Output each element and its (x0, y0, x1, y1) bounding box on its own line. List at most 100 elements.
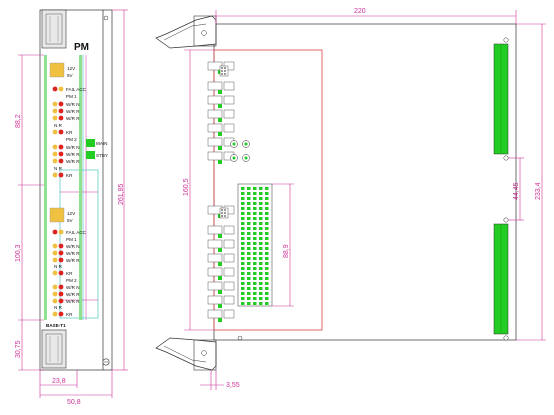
connector-pin (241, 257, 245, 260)
connector-pin (259, 192, 263, 195)
connector-pin (247, 212, 251, 215)
connector-pin (265, 302, 269, 305)
connector-pin (265, 267, 269, 270)
connector-pin (265, 257, 269, 260)
technical-drawing: PM 12V 5V FAIL ACC PM 1 W/R N W/R R W/R … (15, 8, 546, 406)
label-wrr1-b: W/R R (66, 251, 80, 256)
label-12v: 12V (67, 66, 76, 71)
connector-pin (247, 222, 251, 225)
connector-pin (259, 287, 263, 290)
connector-pin (265, 232, 269, 235)
bottom-injector (155, 337, 217, 371)
connector-pin (241, 197, 245, 200)
connector-pin (247, 277, 251, 280)
connector-pin (241, 302, 245, 305)
label-stby: STBY (96, 153, 108, 158)
connector-pin (259, 277, 263, 280)
connector-pin (241, 267, 245, 270)
label-pm1-b: PM 1 (66, 237, 77, 242)
label-nr2: N R (54, 166, 63, 171)
label-fail-acc-b: FAIL ACC (66, 230, 87, 235)
connector-pin (265, 247, 269, 250)
connector-pin (247, 217, 251, 220)
label-nr-b: N R (54, 264, 63, 269)
connector-pin (265, 287, 269, 290)
connector-pin (265, 192, 269, 195)
connector-pin (259, 187, 263, 190)
label-wrn2: W/R N (66, 145, 80, 150)
connector-pin (265, 252, 269, 255)
connector-pin (253, 227, 257, 230)
connector-pin (265, 212, 269, 215)
connector-pin (253, 267, 257, 270)
dim-section2: 100,3 (15, 244, 22, 262)
label-wrr3-b: W/R R (66, 292, 80, 297)
connector-pin (253, 237, 257, 240)
connector-pin (259, 272, 263, 275)
panel-title: PM (74, 42, 89, 53)
connector-pin (241, 212, 245, 215)
stby-button[interactable] (86, 151, 95, 159)
connector-pin (253, 187, 257, 190)
label-nr2-b: N R (54, 305, 63, 310)
connector-pin (253, 202, 257, 205)
top-handle (41, 9, 67, 49)
connector-pin (259, 242, 263, 245)
connector-pin (253, 302, 257, 305)
connector-pin (253, 217, 257, 220)
connector-pin (259, 247, 263, 250)
connector-pin (259, 217, 263, 220)
connector-pin (247, 297, 251, 300)
label-pm1: PM 1 (66, 94, 77, 99)
connector-pin (253, 222, 257, 225)
connector-pin (265, 272, 269, 275)
connector-pin (253, 262, 257, 265)
connector-pin (247, 267, 251, 270)
screw-top-icon (103, 15, 109, 21)
connector-pin (247, 252, 251, 255)
connector-pin (247, 197, 251, 200)
connector-pin (241, 282, 245, 285)
connector-pin (253, 282, 257, 285)
connector-pin (253, 232, 257, 235)
connector-pin (241, 217, 245, 220)
label-kr2: KR (66, 173, 73, 178)
connector-pin (265, 217, 269, 220)
label-pm2: PM 2 (66, 137, 77, 142)
inductors (230, 140, 250, 162)
connector-pin (259, 227, 263, 230)
connector-pin (253, 257, 257, 260)
connector-pin (265, 202, 269, 205)
connector-pin (247, 257, 251, 260)
dim-board-height: 233,4 (535, 182, 542, 200)
connector-pin (247, 272, 251, 275)
connector-pin (259, 257, 263, 260)
connector-pin (259, 202, 263, 205)
connector-pin (265, 187, 269, 190)
connector-pin (265, 197, 269, 200)
label-kr2-b: KR (66, 312, 73, 317)
connector-pin (241, 207, 245, 210)
label-kr: KR (66, 130, 73, 135)
connector-pin (259, 302, 263, 305)
connector-pin (265, 207, 269, 210)
connector-pin (253, 247, 257, 250)
connector-pin (241, 222, 245, 225)
connector-pin (241, 227, 245, 230)
connector-pin (247, 227, 251, 230)
connector-pin (259, 237, 263, 240)
dim-section1: 88,2 (15, 114, 22, 128)
connector-pin (241, 242, 245, 245)
top-injector (155, 15, 217, 49)
connector-pin (259, 282, 263, 285)
dim-pcb-height: 160,5 (183, 178, 190, 196)
label-12v-b: 12V (67, 211, 76, 216)
connector-pin (241, 187, 245, 190)
main-button[interactable] (86, 139, 95, 147)
front-panel-view: PM 12V 5V FAIL ACC PM 1 W/R N W/R R W/R … (39, 9, 113, 371)
connector-pin (259, 267, 263, 270)
connector-pin (259, 197, 263, 200)
center-connector (237, 183, 273, 307)
connector-pin (259, 297, 263, 300)
connector-pin (265, 277, 269, 280)
